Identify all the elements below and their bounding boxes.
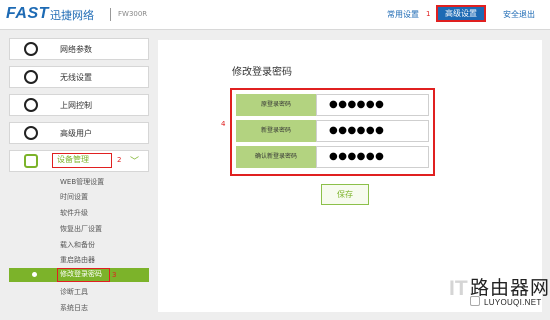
confirm-password-label: 确认新登录密码 (236, 146, 316, 168)
submenu-item-reboot[interactable]: 重启路由器 (60, 255, 95, 265)
chevron-down-icon: ﹀ (130, 157, 140, 167)
submenu-item-diagnostics[interactable]: 诊断工具 (60, 287, 88, 297)
active-dot-icon (32, 272, 37, 277)
control-icon (24, 98, 38, 112)
user-icon (24, 126, 38, 140)
top-header: FAST 迅捷网络 FW300R 常用设置 1 高级设置 安全退出 (0, 0, 550, 30)
annotation-marker-3: 3 (112, 271, 117, 279)
logout-link[interactable]: 安全退出 (503, 9, 535, 20)
nav-advanced-settings[interactable]: 高级设置 (436, 5, 486, 22)
watermark-logo-icon (470, 296, 480, 306)
new-password-field[interactable]: ●●●●●● (316, 120, 429, 142)
sidebar-item-label: 无线设置 (60, 73, 92, 82)
globe-icon (24, 42, 38, 56)
submenu-item-backup[interactable]: 载入和备份 (60, 240, 95, 250)
header-divider (110, 8, 111, 21)
nav-common-settings[interactable]: 常用设置 (387, 9, 419, 20)
sidebar-item-label: 上网控制 (60, 101, 92, 110)
sidebar-item-network[interactable]: 网络参数 (9, 38, 149, 60)
content-panel: 修改登录密码 4 原登录密码 ●●●●●● 新登录密码 ●●●●●● 确认新登录… (158, 40, 542, 312)
sidebar-item-label: 设备管理 (52, 153, 112, 168)
annotation-marker-2: 2 (117, 156, 122, 164)
form-row-new-password: 新登录密码 ●●●●●● (236, 120, 429, 142)
new-password-label: 新登录密码 (236, 120, 316, 142)
annotation-marker-1: 1 (426, 10, 431, 18)
submenu-item-time[interactable]: 时间设置 (60, 192, 88, 202)
sidebar-item-advanced-user[interactable]: 高级用户 (9, 122, 149, 144)
sidebar-item-access-control[interactable]: 上网控制 (9, 94, 149, 116)
old-password-label: 原登录密码 (236, 94, 316, 116)
sidebar-item-wireless[interactable]: 无线设置 (9, 66, 149, 88)
password-form: 原登录密码 ●●●●●● 新登录密码 ●●●●●● 确认新登录密码 ●●●●●● (230, 88, 435, 176)
submenu-item-system-log[interactable]: 系统日志 (60, 303, 88, 313)
device-icon (24, 154, 38, 168)
sidebar-item-label: 高级用户 (60, 129, 92, 138)
watermark-title: 路由器网 (470, 277, 550, 299)
submenu-item-web-management[interactable]: WEB管理设置 (60, 177, 104, 187)
old-password-field[interactable]: ●●●●●● (316, 94, 429, 116)
brand-name: 迅捷网络 (50, 9, 94, 22)
watermark-it: IT (449, 277, 468, 300)
form-row-confirm-password: 确认新登录密码 ●●●●●● (236, 146, 429, 168)
save-button[interactable]: 保存 (321, 184, 369, 205)
sidebar-item-device-management[interactable]: 设备管理 2 ﹀ (9, 150, 149, 172)
model-name: FW300R (118, 10, 148, 18)
annotation-marker-4: 4 (221, 120, 226, 128)
wifi-icon (24, 70, 38, 84)
page-title: 修改登录密码 (232, 67, 292, 78)
brand-logo: FAST (6, 5, 49, 22)
submenu-item-factory-reset[interactable]: 恢复出厂设置 (60, 224, 102, 234)
confirm-password-field[interactable]: ●●●●●● (316, 146, 429, 168)
watermark-url: LUYOUQI.NET (484, 298, 542, 307)
form-row-old-password: 原登录密码 ●●●●●● (236, 94, 429, 116)
submenu-item-change-password[interactable]: 修改登录密码 (57, 268, 110, 282)
submenu-item-firmware[interactable]: 软件升级 (60, 208, 88, 218)
sidebar-item-label: 网络参数 (60, 45, 92, 54)
